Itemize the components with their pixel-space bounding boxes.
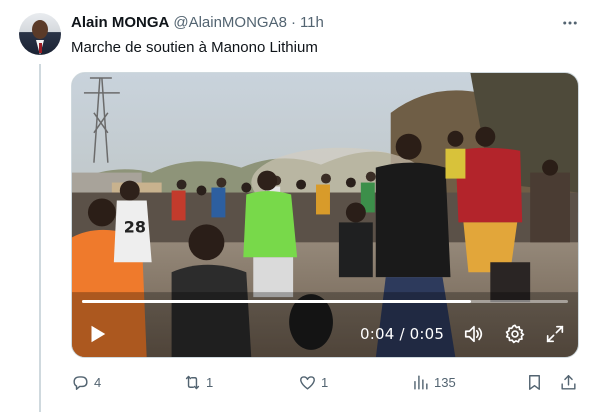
play-icon xyxy=(91,325,106,343)
more-options-button[interactable] xyxy=(560,14,580,32)
bookmark-icon xyxy=(529,374,540,390)
avatar[interactable] xyxy=(19,13,61,55)
video-time: 0:04 / 0:05 xyxy=(360,325,445,343)
settings-button[interactable] xyxy=(504,323,526,345)
more-dots-icon xyxy=(563,21,577,25)
video-frame: 28 xyxy=(72,73,578,357)
play-button[interactable] xyxy=(86,323,108,345)
tweet-actions: 4 1 1 135 xyxy=(71,370,579,394)
fullscreen-icon xyxy=(546,325,564,343)
views-button[interactable]: 135 xyxy=(411,370,456,394)
video-progress-fill xyxy=(82,300,471,303)
views-count: 135 xyxy=(434,374,456,390)
reply-icon xyxy=(73,375,88,390)
tweet-text: Marche de soutien à Manono Lithium xyxy=(71,39,318,56)
avatar-tie xyxy=(39,43,42,53)
tweet-time[interactable]: 11h xyxy=(300,14,324,31)
author-name[interactable]: Alain MONGA xyxy=(71,14,169,31)
volume-button[interactable] xyxy=(463,323,485,345)
reply-count: 4 xyxy=(94,374,102,390)
like-button[interactable]: 1 xyxy=(298,370,328,394)
views-icon xyxy=(414,374,428,390)
video-player[interactable]: 28 0:04 / 0:05 xyxy=(71,72,579,358)
bookmark-button[interactable] xyxy=(525,370,544,394)
volume-icon xyxy=(464,325,483,343)
gear-icon xyxy=(505,324,525,344)
like-count: 1 xyxy=(321,374,329,390)
svg-text:28: 28 xyxy=(124,217,146,236)
tweet-header: Alain MONGA @AlainMONGA8 · 11h xyxy=(71,14,324,34)
thread-line xyxy=(39,64,41,412)
author-handle[interactable]: @AlainMONGA8 xyxy=(173,14,287,31)
video-progress-track[interactable] xyxy=(82,300,568,303)
repost-icon xyxy=(185,375,200,389)
share-button[interactable] xyxy=(559,370,578,394)
share-icon xyxy=(561,374,576,390)
fullscreen-button[interactable] xyxy=(544,323,566,345)
reply-button[interactable]: 4 xyxy=(71,370,101,394)
heart-icon xyxy=(300,375,315,390)
header-separator: · xyxy=(290,14,296,31)
avatar-face xyxy=(32,20,48,39)
repost-count: 1 xyxy=(206,374,214,390)
repost-button[interactable]: 1 xyxy=(183,370,213,394)
